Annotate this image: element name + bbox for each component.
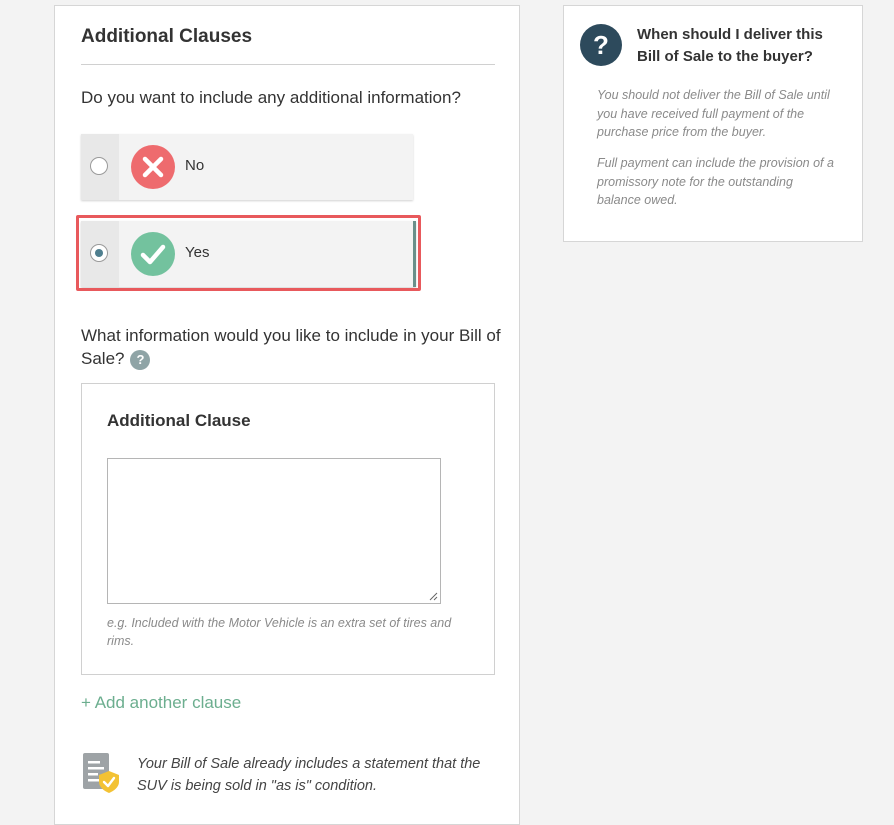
sidebar-paragraph: Full payment can include the provision o… [597,156,834,207]
additional-clause-box: Additional Clause e.g. Included with the… [81,383,495,675]
option-no-label: No [185,157,205,174]
radio-no[interactable] [90,157,108,175]
divider [81,64,495,65]
as-is-note: Your Bill of Sale already includes a sta… [137,756,481,794]
selection-highlight [76,215,421,291]
x-circle-icon [131,145,175,189]
additional-clauses-card: Additional Clauses Do you want to includ… [54,5,520,825]
clause-title: Additional Clause [107,411,251,430]
option-no[interactable]: No [81,134,413,200]
section-title: Additional Clauses [81,26,253,47]
document-shield-icon [83,753,119,793]
clause-question: What information would you like to inclu… [81,324,501,370]
sidebar-paragraph: You should not deliver the Bill of Sale … [597,88,830,139]
clause-textarea[interactable] [107,458,441,604]
clause-hint: e.g. Included with the Motor Vehicle is … [107,616,452,648]
help-sidebar-card: ? When should I deliver this Bill of Sal… [563,5,863,242]
help-icon[interactable]: ? [130,349,151,370]
include-info-question: Do you want to include any additional in… [81,88,461,107]
resize-grip-icon[interactable] [429,592,438,601]
sidebar-title: When should I deliver this Bill of Sale … [637,26,823,65]
question-icon: ? [580,24,622,66]
add-clause-link[interactable]: + Add another clause [81,693,241,713]
